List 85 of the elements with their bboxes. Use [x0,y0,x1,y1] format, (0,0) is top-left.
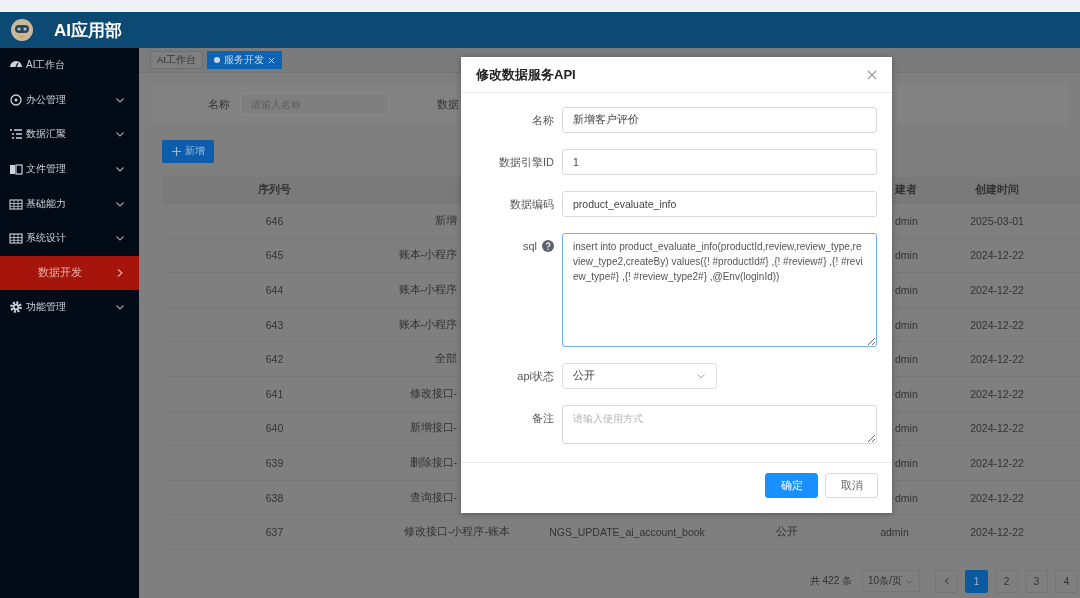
table-cell: 新增接口- [409,421,457,436]
column-header: 建者 [893,182,918,197]
sidebar-item[interactable]: 数据汇聚 [0,117,139,152]
robot-logo-icon [10,18,34,42]
dot-icon [214,57,220,63]
book-icon [9,162,23,177]
plus-icon [171,147,181,156]
field-label: 数据编码 [510,196,554,212]
sidebar-item[interactable]: 文件管理 [0,151,139,187]
sidebar-item[interactable]: AI工作台 [0,48,139,83]
table-cell: 修改接口- [409,386,457,401]
table-cell-text: 641 [264,386,285,402]
table-cell: 新增 [435,213,457,228]
gear-icon [9,300,23,315]
table-cell-text: 2025-03-01 [969,213,1025,229]
table-cell-text: 2024-12-22 [969,283,1025,298]
table-cell-text: 2024-12-22 [969,490,1025,506]
table-cell: dmin [895,491,918,504]
field-label: 名称 [208,96,230,112]
sidebar-item[interactable]: 系统设计 [0,220,139,256]
column-header: 创建时间 [974,182,1020,197]
table-cell: 公开 [776,525,798,540]
field-label: 备注 [532,410,554,426]
app-title: AI应用部 [54,19,122,42]
table-cell: 账本-小程序 [398,317,457,332]
text-field[interactable]: product_evaluate_info [562,191,877,217]
text-field[interactable]: 1 [562,149,877,175]
table-cell-text: 2024-12-22 [969,421,1025,437]
text-area[interactable]: 请输入使用方式 [562,405,877,444]
text-area[interactable]: insert into product_evaluate_info(productId,review,review_type,review_type2,createBy) values({! #productId#} ,{! #review#} ,{! #review_type#} ,{! #review_type2#} ,@Env(loginId)) [562,233,877,347]
table-cell: 账本-小程序 [398,283,457,297]
field-label: api状态 [517,368,554,384]
table-cell: dmin [895,318,918,331]
list-icon [9,127,23,142]
close-icon [867,69,877,80]
field-label: 名称 [532,112,554,128]
table-cell-text: 646 [264,213,285,229]
sidebar-item[interactable]: 功能管理 [0,290,139,325]
table-cell: 删除接口- [409,455,457,470]
cancel-button[interactable]: 取消 [825,473,878,498]
table-cell: dmin [895,422,918,435]
table-cell: dmin [895,387,918,400]
table-cell-text: 2024-12-22 [969,317,1025,333]
table-cell-text: 645 [264,248,285,264]
table-cell: 账本-小程序 [398,248,457,263]
column-header: 序列号 [257,182,292,197]
text-field[interactable]: 新增客户评价 [562,107,877,133]
table-cell: 全部 [435,352,457,367]
table-cell-text: 638 [264,490,285,506]
table-cell: dmin [895,353,918,366]
sidebar-item[interactable]: 办公管理 [0,82,139,118]
table-cell: admin [880,526,909,539]
table-cell: dmin [895,214,918,227]
dialog-title: 修改数据服务API [476,65,576,84]
field-label: sql [522,240,537,252]
table-cell: 查询接口- [409,490,457,505]
table-cell-text: 642 [264,352,285,368]
status-select[interactable]: 公开 [562,363,717,389]
compass-icon [9,92,23,107]
field-label: 数据引擎ID [499,154,554,170]
table-cell-text: 2024-12-22 [969,525,1025,541]
sidebar-item[interactable]: 数据开发 [0,255,139,291]
tab[interactable]: 服务开发 [207,51,282,69]
table-cell-text: 644 [264,283,285,298]
previous-page-button[interactable] [935,569,958,593]
table-cell-text: 2024-12-22 [969,455,1025,471]
table-cell: dmin [895,284,918,296]
table-cell-text: 640 [264,421,285,437]
table-cell: dmin [895,456,918,469]
table-cell-text: 637 [264,525,285,541]
field-label: 数据 [437,96,459,112]
chevron-left-icon [942,577,951,586]
total-count: 共 422 条 [809,574,852,589]
table-cell-text: 639 [264,455,285,471]
table-cell: NGS_UPDATE_ai_account_book [549,526,705,539]
table-cell: 修改接口-小程序-账本 [404,525,510,540]
table-icon [9,196,23,211]
table-cell-text: 2024-12-22 [969,386,1025,402]
sidebar-item[interactable]: 基础能力 [0,186,139,221]
table-icon [9,231,23,246]
table-cell-text: 2024-12-22 [969,352,1025,368]
chevron-down-icon [696,371,706,381]
table-cell-text: 2024-12-22 [969,248,1025,264]
table-cell-text: 643 [264,317,285,333]
table-cell: dmin [895,249,918,262]
